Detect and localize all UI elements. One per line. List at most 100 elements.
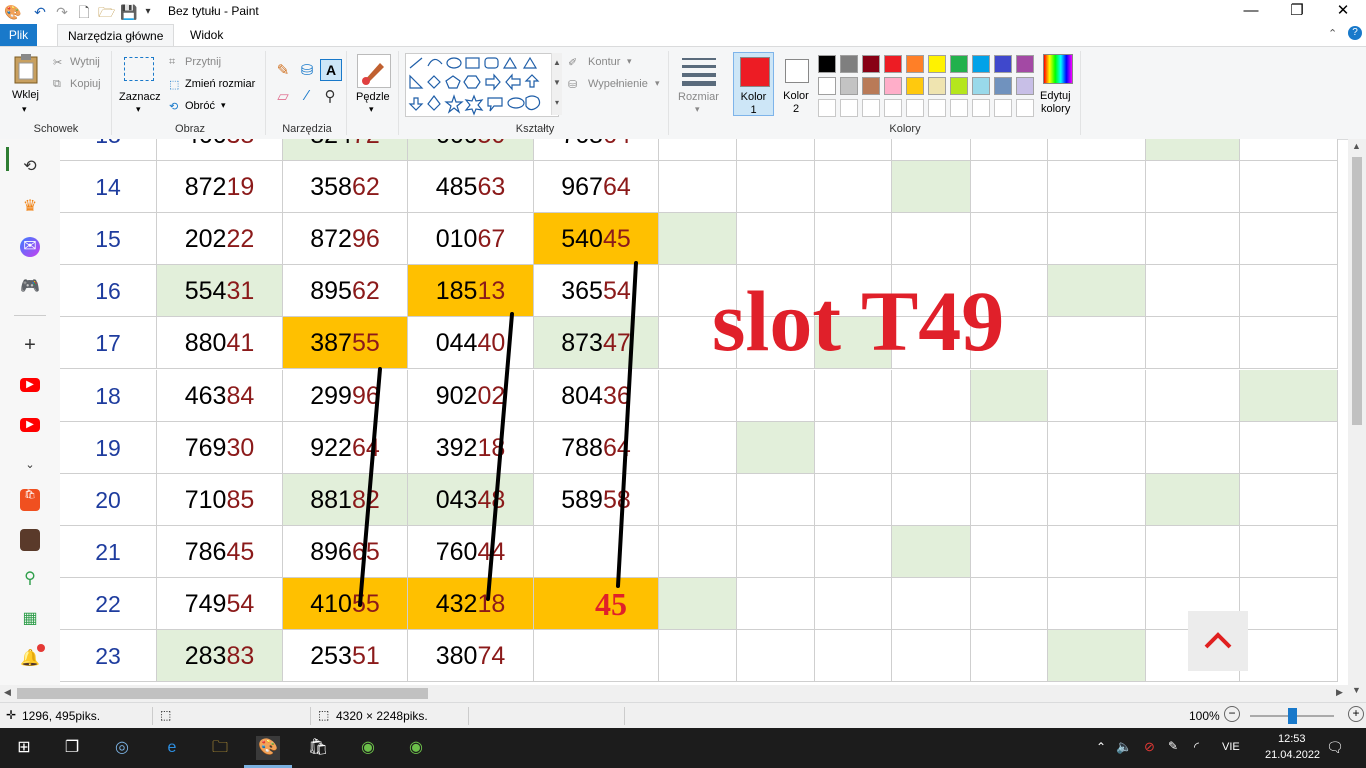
color-swatch[interactable] xyxy=(862,55,880,73)
redo-icon[interactable]: ↷ xyxy=(54,4,70,20)
brushes-dropdown-icon[interactable]: ▾ xyxy=(369,104,374,115)
help-icon[interactable]: ? xyxy=(1348,26,1362,40)
minimize-button[interactable]: — xyxy=(1228,0,1274,24)
scroll-left-icon[interactable]: ◀ xyxy=(4,687,11,698)
size-button[interactable]: Rozmiar xyxy=(678,91,719,103)
color-picker-icon[interactable]: ⁄ xyxy=(298,87,316,104)
color-swatch[interactable] xyxy=(928,55,946,73)
color-swatch[interactable] xyxy=(950,77,968,95)
crop-button[interactable]: Przytnij xyxy=(185,56,221,68)
speaker-icon[interactable]: 🔈 xyxy=(1116,739,1132,755)
scroll-right-icon[interactable]: ▶ xyxy=(1336,687,1343,698)
collapse-ribbon-icon[interactable]: ⌃ xyxy=(1328,27,1337,40)
cut-button[interactable]: Wytnij xyxy=(70,56,100,68)
notifications-icon[interactable]: 🗨 xyxy=(1326,739,1344,756)
coccoc-icon[interactable]: ◉ xyxy=(404,736,428,760)
color-swatch[interactable] xyxy=(818,55,836,73)
color-swatch[interactable] xyxy=(840,55,858,73)
color-swatch[interactable] xyxy=(906,77,924,95)
paste-icon[interactable] xyxy=(10,53,42,85)
ime-icon[interactable]: ✎ xyxy=(1168,739,1178,753)
vertical-scrollbar[interactable]: ▲ xyxy=(1348,139,1366,685)
text-tool-icon[interactable]: A xyxy=(320,59,342,81)
shapes-gallery[interactable] xyxy=(405,53,559,117)
color-swatch[interactable] xyxy=(1016,55,1034,73)
horizontal-scroll-thumb[interactable] xyxy=(17,688,428,699)
zoom-out-button[interactable]: − xyxy=(1224,706,1240,722)
tab-file[interactable]: Plik xyxy=(0,24,37,46)
undo-icon[interactable]: ↶ xyxy=(32,4,48,20)
color-swatch[interactable] xyxy=(818,77,836,95)
custom-color-swatch[interactable] xyxy=(994,99,1012,117)
save-icon[interactable]: 💾 xyxy=(120,4,137,20)
gamepad-icon[interactable]: 🎮 xyxy=(20,277,40,297)
store-icon[interactable]: 🛍 xyxy=(306,736,330,760)
coccoc-icon[interactable]: ◉ xyxy=(356,736,380,760)
chevron-down-icon[interactable]: ⌄ xyxy=(20,455,40,475)
rotate-dropdown-icon[interactable]: ▾ xyxy=(221,100,226,111)
paint-taskbar-icon[interactable]: 🎨 xyxy=(256,736,280,760)
scroll-up-icon[interactable]: ▲ xyxy=(1352,141,1361,151)
restore-button[interactable]: ❐ xyxy=(1274,0,1320,24)
edge-icon[interactable]: e xyxy=(160,736,184,760)
edit-colors-icon[interactable] xyxy=(1043,54,1073,84)
select-button[interactable]: Zaznacz xyxy=(119,91,161,103)
custom-color-swatch[interactable] xyxy=(862,99,880,117)
size-icon[interactable] xyxy=(682,56,716,86)
shopee-icon[interactable]: 🛍 xyxy=(20,489,40,511)
select-dropdown-icon[interactable]: ▾ xyxy=(136,104,141,115)
color-swatch[interactable] xyxy=(994,77,1012,95)
custom-color-swatch[interactable] xyxy=(972,99,990,117)
horizontal-scrollbar[interactable]: ◀ ▶ xyxy=(0,685,1348,702)
show-hidden-icons[interactable]: ⌃ xyxy=(1096,740,1106,754)
color-swatch[interactable] xyxy=(994,55,1012,73)
size-dropdown-icon[interactable]: ▾ xyxy=(695,104,700,115)
messenger-icon[interactable]: ✉ xyxy=(20,237,40,257)
app-icon[interactable]: ◎ xyxy=(110,736,134,760)
magnifier-icon[interactable]: ⚲ xyxy=(321,87,339,105)
edit-colors-button-line2[interactable]: kolory xyxy=(1041,103,1070,115)
fill-bucket-icon[interactable]: ⛁ xyxy=(298,61,316,79)
paint-app-icon[interactable]: 🎨 xyxy=(4,4,21,20)
youtube-icon[interactable]: ▶ xyxy=(20,418,40,432)
customize-quick-access-icon[interactable]: ▾ xyxy=(140,4,156,20)
edit-colors-button[interactable]: Edytuj xyxy=(1040,90,1071,102)
open-file-icon[interactable]: 🗁 xyxy=(98,4,115,20)
color-swatch[interactable] xyxy=(840,77,858,95)
color-swatch[interactable] xyxy=(884,55,902,73)
outline-button[interactable]: Kontur xyxy=(588,56,620,68)
history-icon[interactable]: ⟲ xyxy=(20,157,40,177)
clock-time[interactable]: 12:53 xyxy=(1278,733,1306,745)
close-button[interactable]: ✕ xyxy=(1320,0,1366,24)
paint-canvas[interactable]: 1346638824726665076864148721935862485639… xyxy=(60,139,1338,685)
shapes-scroll[interactable]: ▲ ▼ ▾ xyxy=(551,53,562,115)
color-swatch[interactable] xyxy=(928,77,946,95)
paste-button[interactable]: Wklej xyxy=(12,89,39,101)
pencil-icon[interactable]: ✎ xyxy=(274,61,292,79)
game-avatar-icon[interactable] xyxy=(20,529,40,551)
resize-button[interactable]: Zmień rozmiar xyxy=(185,78,255,90)
zoom-slider-thumb[interactable] xyxy=(1288,708,1297,724)
select-icon[interactable] xyxy=(124,57,154,81)
scroll-down-icon[interactable]: ▼ xyxy=(1352,685,1361,695)
color-swatch[interactable] xyxy=(862,77,880,95)
fill-dropdown-icon[interactable]: ▾ xyxy=(655,78,660,89)
crown-icon[interactable]: ♛ xyxy=(20,197,40,217)
tab-home[interactable]: Narzędzia główne xyxy=(57,24,175,47)
add-icon[interactable]: + xyxy=(20,335,40,355)
rotate-button[interactable]: Obróć xyxy=(185,100,215,112)
eraser-icon[interactable]: ▱ xyxy=(274,87,292,105)
vertical-scroll-thumb[interactable] xyxy=(1352,157,1362,425)
custom-color-swatch[interactable] xyxy=(950,99,968,117)
new-file-icon[interactable]: 🗋 xyxy=(76,4,92,20)
wifi-icon[interactable]: ◜ xyxy=(1194,739,1199,755)
sheets-icon[interactable]: ▦ xyxy=(20,609,40,629)
task-view-icon[interactable]: ❐ xyxy=(60,736,84,760)
brushes-button[interactable]: Pędzle xyxy=(356,91,390,103)
outline-dropdown-icon[interactable]: ▾ xyxy=(627,56,632,67)
color1-selector[interactable]: Kolor 1 xyxy=(733,52,774,116)
custom-color-swatch[interactable] xyxy=(840,99,858,117)
language-indicator[interactable]: VIE xyxy=(1222,741,1240,753)
bell-icon[interactable]: 🔔 xyxy=(20,649,40,669)
color2-selector[interactable]: Kolor 2 xyxy=(777,52,815,116)
